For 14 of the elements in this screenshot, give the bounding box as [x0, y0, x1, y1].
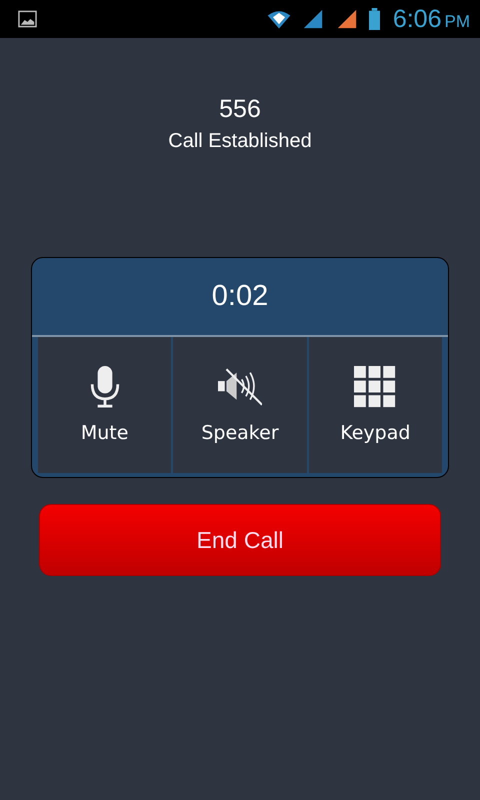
status-meridiem: PM	[444, 12, 470, 32]
speaker-muted-icon	[218, 366, 262, 408]
mute-button[interactable]: Mute	[38, 337, 172, 473]
battery-icon	[368, 8, 381, 30]
call-status: Call Established	[168, 130, 312, 153]
speaker-button[interactable]: Speaker	[173, 337, 307, 473]
image-icon	[18, 10, 37, 28]
status-time: 6:06	[392, 4, 442, 34]
end-call-button[interactable]: End Call	[39, 504, 441, 576]
wifi-icon	[266, 8, 292, 30]
caller-number: 556	[219, 95, 261, 124]
keypad-icon	[353, 366, 398, 408]
keypad-button[interactable]: Keypad	[308, 337, 442, 473]
call-duration: 0:02	[212, 280, 268, 313]
